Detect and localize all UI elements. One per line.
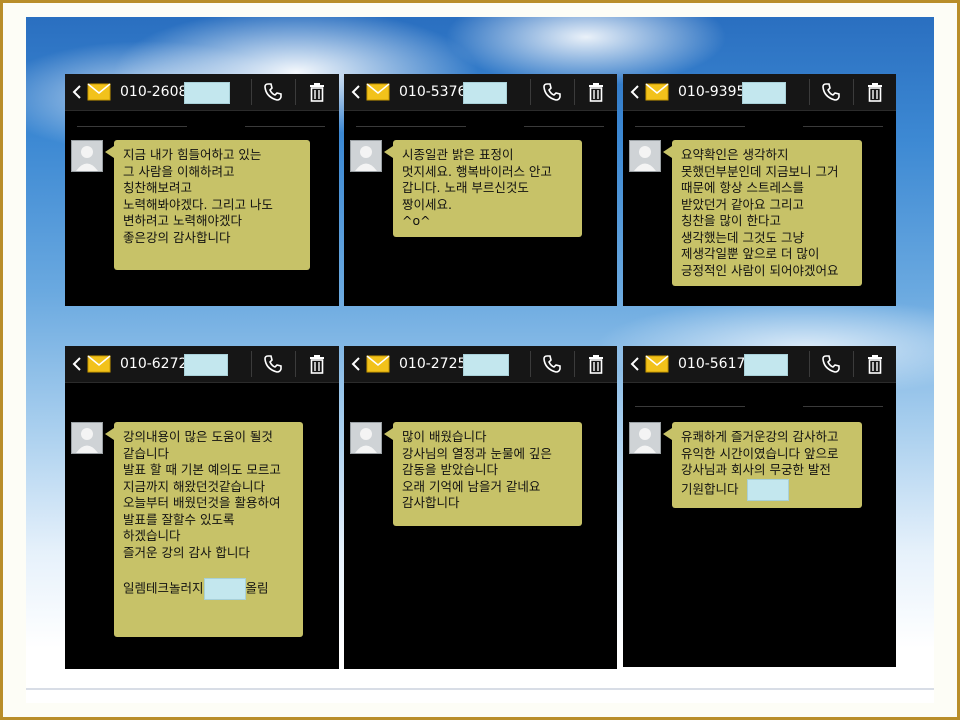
trash-icon[interactable] [308, 82, 326, 102]
phone-icon[interactable] [264, 355, 282, 373]
message-bubble: 유쾌하게 즐거운강의 감사하고 유익한 시간이였습니다 앞으로 강사님과 회사의… [663, 422, 862, 508]
chevron-left-icon[interactable] [628, 355, 642, 373]
chevron-left-icon[interactable] [349, 83, 363, 101]
message-header: 010-2608- [65, 74, 339, 111]
redacted-name [746, 478, 789, 501]
envelope-icon [87, 355, 111, 373]
message-header: 010-6272- [65, 346, 339, 383]
phone-icon[interactable] [822, 83, 840, 101]
envelope-icon [645, 355, 669, 373]
avatar [629, 140, 661, 172]
avatar [350, 422, 382, 454]
trash-icon[interactable] [866, 82, 884, 102]
redacted-name [203, 577, 246, 600]
signature-company: 일렘테크놀러지 [123, 580, 204, 595]
last-line-text: 기원합니다 [681, 481, 739, 496]
message-panel-4: 010-6272- 강의내용이 많은 도움이 될것 같습니다 발표 할 때 기본… [65, 346, 339, 669]
sender-number: 010-2725- [399, 356, 472, 372]
message-bubble: 지금 내가 힘들어하고 있는 그 사람을 이해하려고 칭찬해보려고 노력해봐야겠… [105, 140, 310, 270]
redacted-number [463, 82, 507, 104]
avatar [71, 422, 103, 454]
phone-icon[interactable] [264, 83, 282, 101]
trash-icon[interactable] [587, 354, 605, 374]
sender-number: 010-5617- [678, 356, 751, 372]
chevron-left-icon[interactable] [628, 83, 642, 101]
message-bubble: 시종일관 밝은 표정이 멋지세요. 행복바이러스 안고 갑니다. 노래 부르신것… [384, 140, 582, 237]
message-bubble: 요약확인은 생각하지 못했던부분인데 지금보니 그거 때문에 항상 스트레스를 … [663, 140, 862, 286]
chevron-left-icon[interactable] [70, 355, 84, 373]
envelope-icon [366, 83, 390, 101]
avatar [629, 422, 661, 454]
envelope-icon [87, 83, 111, 101]
phone-icon[interactable] [543, 355, 561, 373]
bottom-frame-line [26, 688, 934, 690]
phone-icon[interactable] [822, 355, 840, 373]
message-panel-1: 010-2608- 지금 내가 힘들어하고 있는 그 사람을 이해하려고 칭찬해… [65, 74, 339, 306]
envelope-icon [645, 83, 669, 101]
trash-icon[interactable] [308, 354, 326, 374]
redacted-number [742, 82, 786, 104]
message-header: 010-5617- [623, 346, 896, 383]
message-panel-5: 010-2725- 많이 배웠습니다 강사님의 열정과 눈물에 깊은 감동을 받… [344, 346, 617, 669]
redacted-number [744, 354, 788, 376]
message-panel-2: 010-5376- 시종일관 밝은 표정이 멋지세요. 행복바이러스 안고 갑니… [344, 74, 617, 306]
redacted-number [184, 82, 230, 104]
sender-number: 010-5376- [399, 84, 472, 100]
message-panel-6: 010-5617- 유쾌하게 즐거운강의 감사하고 유익한 시간이였습니다 앞으… [623, 346, 896, 667]
redacted-number [184, 354, 228, 376]
signature-suffix: 올림 [245, 580, 269, 595]
sender-number: 010-2608- [120, 84, 193, 100]
sender-number: 010-9395- [678, 84, 751, 100]
message-header: 010-9395- [623, 74, 896, 111]
message-bubble: 강의내용이 많은 도움이 될것 같습니다 발표 할 때 기본 예의도 모르고 지… [105, 422, 303, 637]
trash-icon[interactable] [587, 82, 605, 102]
message-header: 010-2725- [344, 346, 617, 383]
chevron-left-icon[interactable] [349, 355, 363, 373]
message-panel-3: 010-9395- 요약확인은 생각하지 못했던부분인데 지금보니 그거 때문에… [623, 74, 896, 306]
redacted-number [463, 354, 509, 376]
sender-number: 010-6272- [120, 356, 193, 372]
phone-icon[interactable] [543, 83, 561, 101]
message-bubble: 많이 배웠습니다 강사님의 열정과 눈물에 깊은 감동을 받았습니다 오래 기억… [384, 422, 582, 526]
envelope-icon [366, 355, 390, 373]
trash-icon[interactable] [866, 354, 884, 374]
avatar [350, 140, 382, 172]
chevron-left-icon[interactable] [70, 83, 84, 101]
avatar [71, 140, 103, 172]
message-header: 010-5376- [344, 74, 617, 111]
